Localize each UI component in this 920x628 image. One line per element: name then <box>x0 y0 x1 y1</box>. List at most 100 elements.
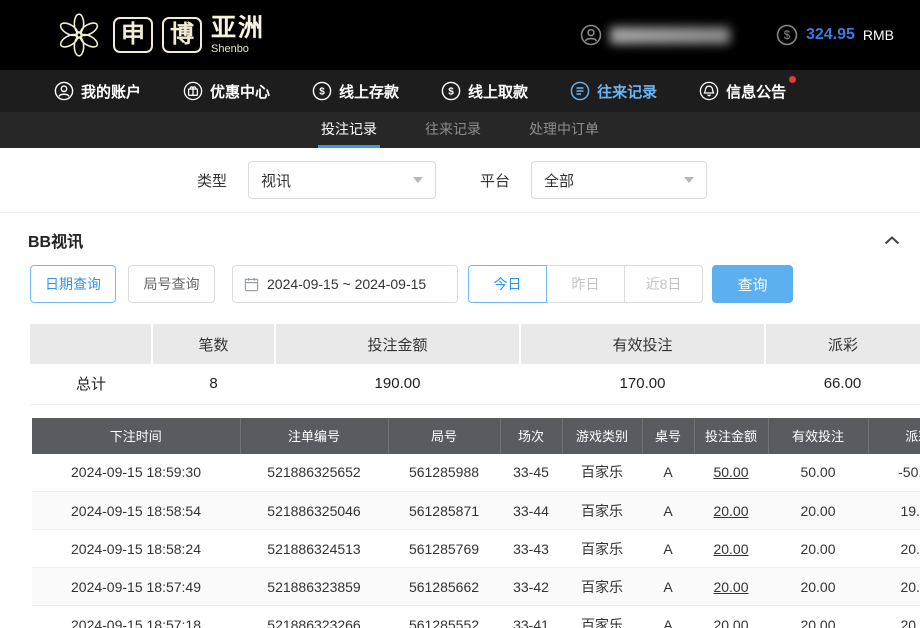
bet-amount-link[interactable]: 20.00 <box>694 606 768 628</box>
type-label: 类型 <box>197 170 227 191</box>
summary-header-payout: 派彩 <box>765 324 920 364</box>
cell-game-type: 百家乐 <box>562 568 642 606</box>
col-valid-bet: 有效投注 <box>768 418 868 454</box>
withdraw-coin-icon: $ <box>441 81 461 101</box>
cell-session: 33-43 <box>500 530 562 568</box>
logo-region-text: 亚洲 <box>211 16 265 41</box>
cell-round-no: 561285988 <box>388 454 500 492</box>
last-8-days-button[interactable]: 近8日 <box>624 265 703 303</box>
cell-table-no: A <box>642 454 694 492</box>
bet-amount-link[interactable]: 20.00 <box>694 492 768 530</box>
col-payout: 派彩 <box>868 418 920 454</box>
cell-table-no: A <box>642 492 694 530</box>
summary-total-row: 总计 8 190.00 170.00 66.00 <box>30 364 920 404</box>
user-avatar-icon <box>580 24 602 46</box>
table-row: 2024-09-15 18:57:49 521886323859 5612856… <box>32 568 920 606</box>
cell-payout: 19.00 <box>868 492 920 530</box>
cell-valid-bet: 20.00 <box>768 530 868 568</box>
username-blurred <box>610 27 730 44</box>
detail-header-row: 下注时间 注单编号 局号 场次 游戏类别 桌号 投注金额 有效投注 派彩 <box>32 418 920 454</box>
date-range-input[interactable]: 2024-09-15 ~ 2024-09-15 <box>232 265 458 303</box>
cell-round-no: 561285552 <box>388 606 500 628</box>
cell-bet-time: 2024-09-15 18:59:30 <box>32 454 240 492</box>
flower-logo-icon <box>54 10 104 60</box>
section-title: BB视讯 <box>28 228 83 252</box>
cell-bet-time: 2024-09-15 18:58:24 <box>32 530 240 568</box>
calendar-icon <box>244 277 259 292</box>
notification-dot <box>789 76 796 83</box>
nav-item-my-account[interactable]: 我的账户 <box>54 81 141 102</box>
platform-select[interactable]: 全部 <box>531 161 707 199</box>
nav-label: 线上取款 <box>468 81 528 102</box>
cell-bet-time: 2024-09-15 18:57:49 <box>32 568 240 606</box>
col-table-no: 桌号 <box>642 418 694 454</box>
summary-bet-amount: 190.00 <box>275 364 520 404</box>
bet-amount-link[interactable]: 50.00 <box>694 454 768 492</box>
tab-processing-orders[interactable]: 处理中订单 <box>526 112 602 148</box>
records-icon <box>570 81 590 101</box>
tab-transaction-records[interactable]: 往来记录 <box>422 112 484 148</box>
collapse-chevron-up-icon[interactable] <box>880 232 904 249</box>
table-row: 2024-09-15 18:58:24 521886324513 5612857… <box>32 530 920 568</box>
table-row: 2024-09-15 18:59:30 521886325652 5612859… <box>32 454 920 492</box>
summary-table: 笔数 投注金额 有效投注 派彩 总计 8 190.00 170.00 66.00 <box>30 324 920 405</box>
cell-payout: 20.00 <box>868 606 920 628</box>
cell-bet-id: 521886325046 <box>240 492 388 530</box>
tab-betting-records[interactable]: 投注记录 <box>318 112 380 148</box>
date-query-button[interactable]: 日期查询 <box>30 265 116 303</box>
cell-round-no: 561285871 <box>388 492 500 530</box>
round-query-button[interactable]: 局号查询 <box>128 265 215 303</box>
cell-session: 33-44 <box>500 492 562 530</box>
nav-item-records[interactable]: 往来记录 <box>570 81 657 102</box>
bet-records-table: 下注时间 注单编号 局号 场次 游戏类别 桌号 投注金额 有效投注 派彩 202… <box>32 418 920 628</box>
cell-valid-bet: 20.00 <box>768 568 868 606</box>
cell-payout: 20.00 <box>868 530 920 568</box>
cell-bet-id: 521886323266 <box>240 606 388 628</box>
bet-amount-link[interactable]: 20.00 <box>694 530 768 568</box>
nav-label: 线上存款 <box>339 81 399 102</box>
dollar-coin-icon: $ <box>776 24 798 46</box>
chevron-down-icon <box>413 177 423 183</box>
today-button[interactable]: 今日 <box>468 265 547 303</box>
cell-bet-time: 2024-09-15 18:57:18 <box>32 606 240 628</box>
balance-amount: 324.95 <box>806 26 855 44</box>
balance-currency: RMB <box>863 27 894 43</box>
cell-game-type: 百家乐 <box>562 454 642 492</box>
nav-item-promotions[interactable]: 优惠中心 <box>183 81 270 102</box>
table-row: 2024-09-15 18:58:54 521886325046 5612858… <box>32 492 920 530</box>
search-button[interactable]: 查询 <box>712 265 793 303</box>
deposit-coin-icon: $ <box>312 81 332 101</box>
cell-game-type: 百家乐 <box>562 606 642 628</box>
nav-item-deposit[interactable]: $ 线上存款 <box>312 81 399 102</box>
nav-item-withdraw[interactable]: $ 线上取款 <box>441 81 528 102</box>
cell-payout: 20.00 <box>868 568 920 606</box>
logo-char-bo: 博 <box>162 17 202 53</box>
cell-bet-id: 521886325652 <box>240 454 388 492</box>
yesterday-button[interactable]: 昨日 <box>546 265 625 303</box>
summary-header-bet-amount: 投注金额 <box>275 324 520 364</box>
cell-session: 33-42 <box>500 568 562 606</box>
nav-label: 优惠中心 <box>210 81 270 102</box>
summary-valid-bet: 170.00 <box>520 364 765 404</box>
svg-text:$: $ <box>784 30 791 42</box>
site-logo[interactable]: 申 博 亚洲 Shenbo <box>54 10 265 60</box>
cell-bet-id: 521886323859 <box>240 568 388 606</box>
nav-item-announcements[interactable]: 信息公告 <box>699 81 786 102</box>
cell-bet-time: 2024-09-15 18:58:54 <box>32 492 240 530</box>
nav-label: 信息公告 <box>726 81 786 102</box>
top-bar: 申 博 亚洲 Shenbo $ 324.95 RMB <box>0 0 920 70</box>
type-select-value: 视讯 <box>261 170 291 191</box>
summary-header-valid-bet: 有效投注 <box>520 324 765 364</box>
nav-label: 往来记录 <box>597 81 657 102</box>
col-session: 场次 <box>500 418 562 454</box>
account-area: $ 324.95 RMB <box>580 24 894 46</box>
type-select[interactable]: 视讯 <box>248 161 436 199</box>
gift-icon <box>183 81 203 101</box>
bell-icon <box>699 81 719 101</box>
bet-amount-link[interactable]: 20.00 <box>694 568 768 606</box>
platform-label: 平台 <box>480 170 510 191</box>
summary-payout: 66.00 <box>765 364 920 404</box>
summary-header-row: 笔数 投注金额 有效投注 派彩 <box>30 324 920 364</box>
filter-row: 类型 视讯 平台 全部 <box>0 148 920 213</box>
cell-session: 33-41 <box>500 606 562 628</box>
